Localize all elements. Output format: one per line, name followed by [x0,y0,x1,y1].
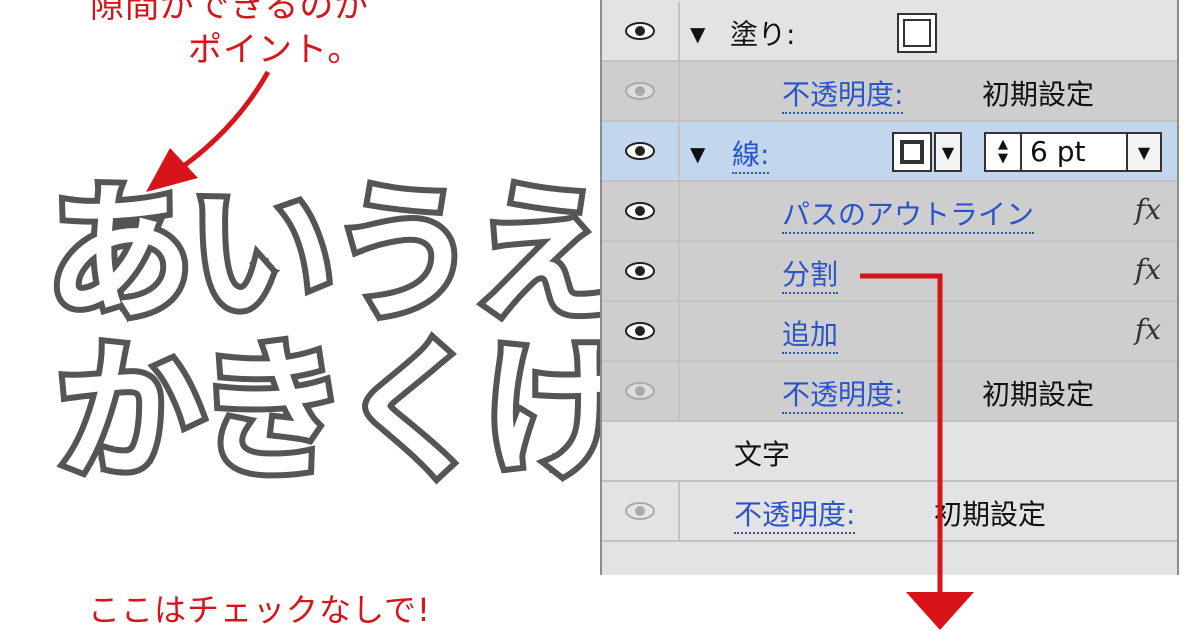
stroke-weight-value[interactable]: 6 pt [1030,135,1085,168]
effect-link[interactable]: 追加 [782,313,839,354]
fx-icon: fx [1134,313,1161,346]
annotation-no-check: ここはチェックなしで! [88,591,431,629]
triangle-down-icon[interactable]: ▼ [690,142,705,166]
fx-icon: fx [1134,193,1161,226]
stepper-icon[interactable]: ▲ ▼ [986,134,1022,170]
opacity-value: 初期設定 [982,78,1095,111]
eye-icon [625,382,655,400]
effect-link[interactable]: 分割 [782,253,839,294]
opacity-link-text[interactable]: 不透明度: [782,378,904,414]
character-row[interactable]: 文字 [602,422,1177,482]
eye-icon [625,22,655,40]
opacity-link[interactable]: 不透明度: [734,493,856,534]
chevron-down-icon[interactable]: ▼ [934,132,962,172]
visibility-toggle[interactable] [602,182,680,240]
visibility-toggle[interactable] [602,62,680,120]
chevron-down-icon[interactable]: ▼ [1126,132,1162,172]
effect-link-text[interactable]: パスのアウトライン [782,198,1035,234]
triangle-down-icon[interactable]: ▼ [690,22,705,46]
fill-swatch[interactable] [897,13,937,53]
empty-row [602,542,1177,582]
fx-icon: fx [1134,253,1161,286]
fill-label: 塗り: [730,18,796,51]
effect-link-text[interactable]: 追加 [782,318,839,354]
visibility-toggle[interactable] [602,2,680,60]
object-opacity-row[interactable]: 不透明度: 初期設定 [602,482,1177,542]
opacity-link[interactable]: 不透明度: [782,73,904,114]
effect-link-text[interactable]: 分割 [782,258,839,294]
effect-link[interactable]: パスのアウトライン [782,193,1035,234]
visibility-toggle[interactable] [602,242,680,300]
effect-row-add[interactable]: 追加 fx [602,302,1177,362]
effect-row-outline-path[interactable]: パスのアウトライン fx [602,182,1177,242]
visibility-toggle[interactable] [602,122,680,180]
eye-icon [625,262,655,280]
opacity-link-text[interactable]: 不透明度: [782,78,904,114]
stroke-swatch[interactable] [892,132,932,172]
stroke-label[interactable]: 線: [732,133,770,174]
character-label: 文字 [734,438,791,471]
visibility-toggle[interactable] [602,362,680,420]
effect-row-divide[interactable]: 分割 fx [602,242,1177,302]
stroke-row[interactable]: ▼ 線: ▼ ▲ ▼ 6 pt ▼ [602,122,1177,182]
opacity-link-text[interactable]: 不透明度: [734,498,856,534]
opacity-value: 初期設定 [982,378,1095,411]
opacity-value: 初期設定 [934,498,1047,531]
visibility-toggle[interactable] [602,302,680,360]
stroke-weight-stepper[interactable]: ▲ ▼ 6 pt ▼ [984,132,1162,172]
annotation-gap-point-line2: ポイント。 [188,30,363,70]
eye-icon [625,82,655,100]
opacity-link[interactable]: 不透明度: [782,373,904,414]
eye-icon [625,322,655,340]
stroke-opacity-row[interactable]: 不透明度: 初期設定 [602,362,1177,422]
appearance-panel: ▼ 塗り: 不透明度: 初期設定 ▼ 線: ▼ ▲ ▼ 6 pt ▼ パスのアウト… [600,0,1179,575]
fill-opacity-row[interactable]: 不透明度: 初期設定 [602,62,1177,122]
eye-icon [625,502,655,520]
stroke-label-text[interactable]: 線: [732,138,770,174]
eye-icon [625,142,655,160]
fill-row[interactable]: ▼ 塗り: [602,2,1177,62]
eye-icon [625,202,655,220]
visibility-toggle[interactable] [602,482,680,540]
